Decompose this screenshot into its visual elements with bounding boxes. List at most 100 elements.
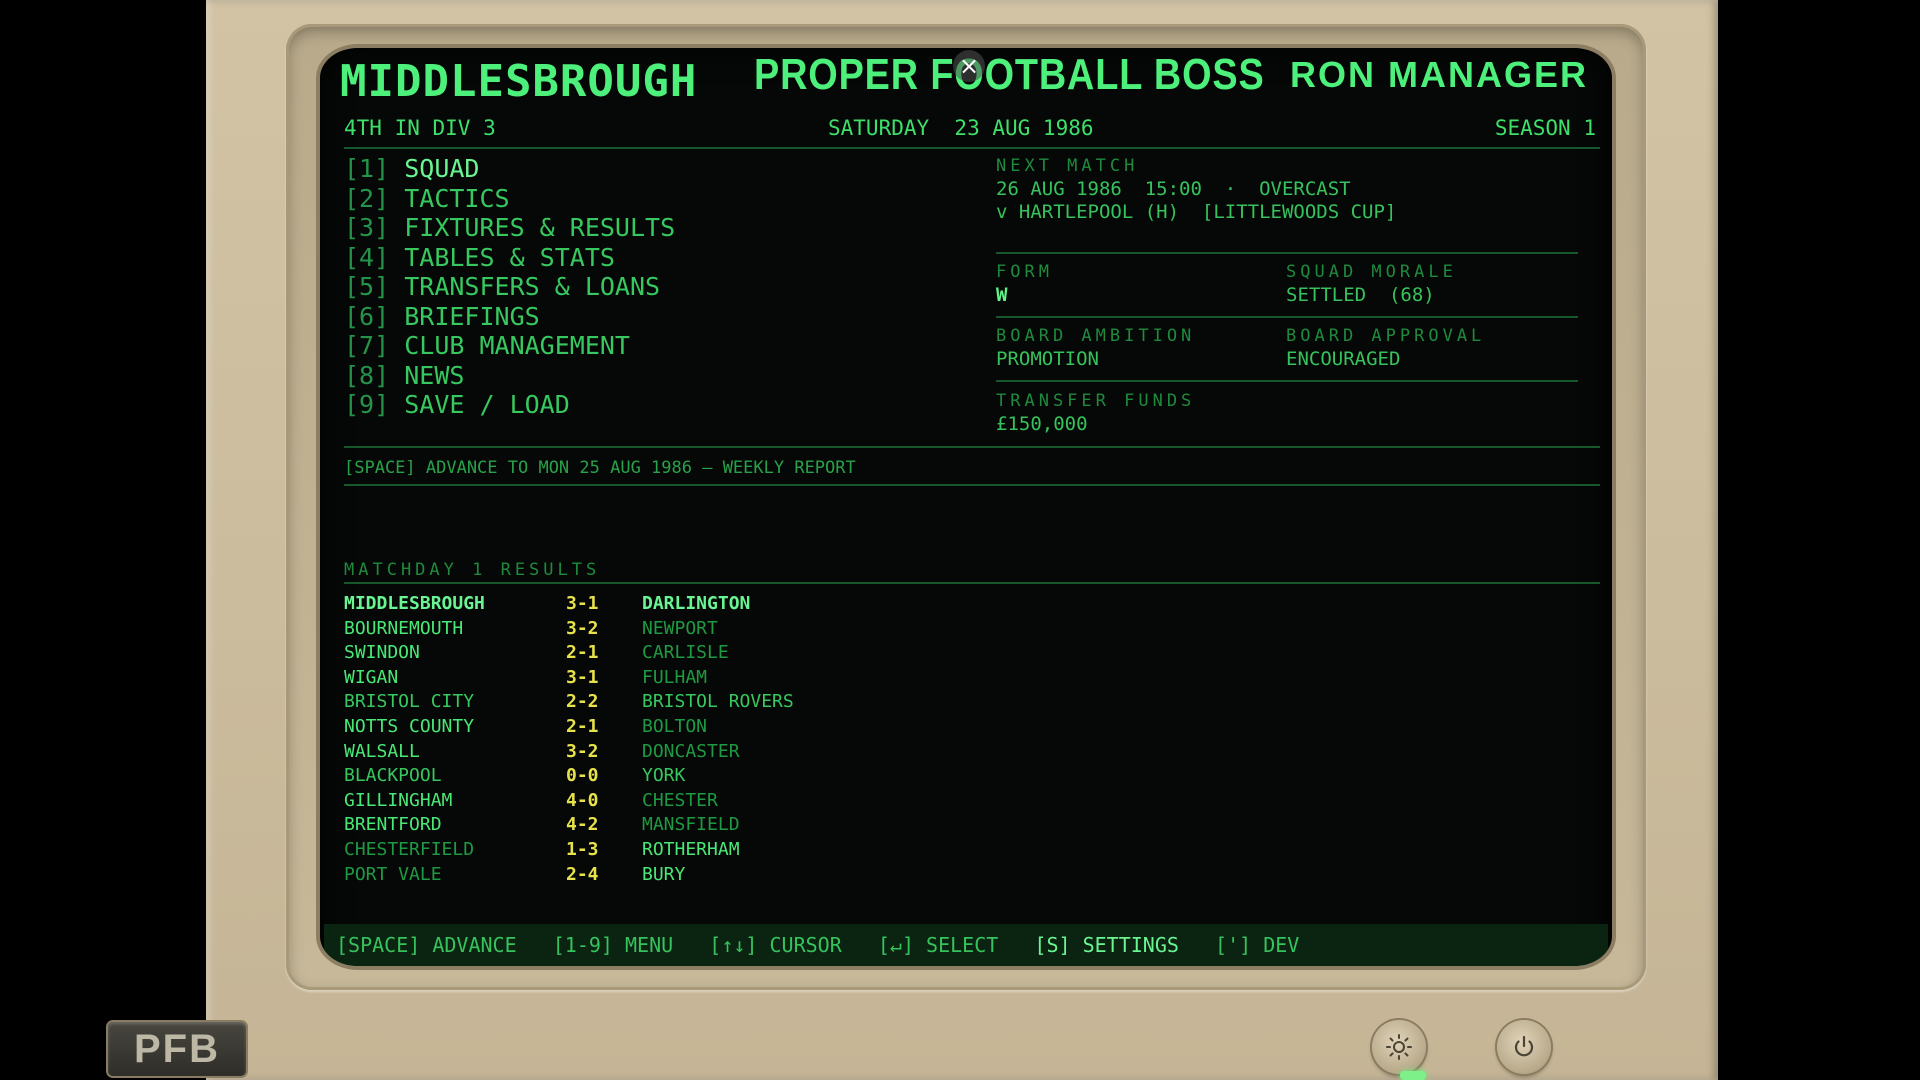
score: 1-3 [566, 838, 599, 860]
divider [996, 316, 1578, 318]
result-row: BLACKPOOL 0-0 YORK [344, 764, 944, 789]
hint-menu[interactable]: [1-9] MENU [553, 933, 673, 957]
menu-key: [8] [344, 360, 390, 390]
away-team: DONCASTER [642, 740, 740, 762]
season-label: SEASON 1 [1494, 116, 1596, 140]
menu-item-tactics[interactable]: [2] TACTICS [344, 184, 675, 214]
info-bar: 4TH IN DIV 3 SATURDAY 23 AUG 1986 SEASON… [344, 116, 1596, 144]
power-icon [1514, 1035, 1534, 1057]
result-row: GILLINGHAM 4-0 CHESTER [344, 789, 944, 814]
menu-key: [6] [344, 301, 390, 331]
score: 2-1 [566, 715, 599, 737]
result-row: BRISTOL CITY 2-2 BRISTOL ROVERS [344, 690, 944, 715]
menu-label: FIXTURES & RESULTS [404, 213, 676, 242]
ambition-block: BOARD AMBITION PROMOTION [996, 326, 1195, 371]
game-title: PROPER FOOTBALL BOSS [754, 50, 1265, 99]
next-match-label: NEXT MATCH [996, 156, 1139, 176]
result-row: WALSALL 3-2 DONCASTER [344, 740, 944, 765]
menu-label: SQUAD [404, 154, 480, 183]
brightness-button[interactable] [1372, 1020, 1426, 1074]
result-row: WIGAN 3-1 FULHAM [344, 666, 944, 691]
approval-block: BOARD APPROVAL ENCOURAGED [1286, 326, 1485, 371]
result-row: PORT VALE 2-4 BURY [344, 863, 944, 888]
home-team: GILLINGHAM [344, 789, 453, 811]
menu-item-club-management[interactable]: [7] CLUB MANAGEMENT [344, 331, 675, 361]
divider [996, 252, 1578, 254]
key-hints-bar: [SPACE] ADVANCE [1-9] MENU [↑↓] CURSOR [… [324, 924, 1608, 966]
divider [344, 147, 1600, 149]
home-team: SWINDON [344, 642, 420, 664]
away-team: FULHAM [642, 666, 708, 688]
menu-item-news[interactable]: [8] NEWS [344, 361, 675, 391]
hint-select[interactable]: [↵] SELECT [878, 933, 998, 957]
score: 3-2 [566, 740, 599, 762]
menu-label: SAVE / LOAD [404, 390, 570, 419]
power-led [1400, 1071, 1426, 1080]
home-team: BRISTOL CITY [344, 691, 475, 713]
home-team: WALSALL [344, 740, 420, 762]
away-team: ROTHERHAM [642, 838, 740, 860]
power-button[interactable] [1497, 1020, 1551, 1074]
approval-label: BOARD APPROVAL [1286, 326, 1486, 346]
divider [344, 582, 1600, 584]
divider [344, 484, 1600, 486]
results-heading: MATCHDAY 1 RESULTS [344, 560, 601, 580]
divider [996, 380, 1578, 382]
menu-key: [7] [344, 331, 390, 360]
next-match-opponent: v HARTLEPOOL (H) [LITTLEWOODS CUP] [996, 201, 1397, 223]
next-match-block: NEXT MATCH 26 AUG 1986 15:00 · OVERCAST … [996, 156, 1396, 224]
next-match-when: 26 AUG 1986 15:00 · OVERCAST [996, 178, 1351, 200]
away-team: MANSFIELD [642, 814, 740, 836]
crt-screen: MIDDLESBROUGH PROPER FOOTBALL BOSS RON M… [320, 48, 1612, 966]
approval-value: ENCOURAGED [1286, 348, 1401, 370]
form-value: W [996, 284, 1008, 306]
away-team: CHESTER [642, 789, 718, 811]
away-team: YORK [642, 765, 686, 787]
hint-advance[interactable]: [SPACE] ADVANCE [336, 933, 517, 957]
pfb-badge: PFB [108, 1022, 246, 1076]
league-position: 4TH IN DIV 3 [344, 116, 496, 140]
menu-item-squad[interactable]: [1] SQUAD [344, 154, 675, 184]
away-team: BURY [642, 863, 686, 885]
away-team: BRISTOL ROVERS [642, 691, 794, 713]
away-team: CARLISLE [642, 642, 729, 664]
away-team: DARLINGTON [642, 593, 751, 614]
score: 3-1 [566, 593, 599, 614]
result-row: SWINDON 2-1 CARLISLE [344, 641, 944, 666]
title-bar: MIDDLESBROUGH PROPER FOOTBALL BOSS RON M… [340, 50, 1588, 107]
menu-item-save-load[interactable]: [9] SAVE / LOAD [344, 390, 675, 420]
menu-item-briefings[interactable]: [6] BRIEFINGS [344, 302, 675, 332]
menu-key: [2] [344, 183, 390, 213]
menu-item-tables[interactable]: [4] TABLES & STATS [344, 243, 675, 273]
key-hints: [SPACE] ADVANCE [1-9] MENU [↑↓] CURSOR [… [336, 933, 1299, 957]
menu-item-fixtures[interactable]: [3] FIXTURES & RESULTS [344, 213, 675, 243]
menu-key: [9] [344, 390, 390, 419]
form-block: FORM W [996, 262, 1053, 307]
menu-key: [4] [344, 242, 390, 272]
home-team: CHESTERFIELD [344, 838, 475, 860]
menu-item-transfers[interactable]: [5] TRANSFERS & LOANS [344, 272, 675, 302]
club-name: MIDDLESBROUGH [340, 56, 698, 107]
close-icon[interactable]: × [953, 50, 985, 82]
score: 3-2 [566, 617, 599, 639]
hint-dev[interactable]: ['] DEV [1215, 933, 1299, 957]
funds-value: £150,000 [996, 413, 1088, 435]
crt-monitor: MIDDLESBROUGH PROPER FOOTBALL BOSS RON M… [206, 0, 1718, 1080]
score: 3-1 [566, 666, 599, 688]
menu-label: CLUB MANAGEMENT [404, 331, 630, 360]
ambition-value: PROMOTION [996, 348, 1099, 370]
hint-settings[interactable]: [S] SETTINGS [1034, 933, 1179, 957]
current-date: SATURDAY 23 AUG 1986 [828, 116, 1094, 140]
result-row: NOTTS COUNTY 2-1 BOLTON [344, 715, 944, 740]
result-row: CHESTERFIELD 1-3 ROTHERHAM [344, 838, 944, 863]
hint-cursor[interactable]: [↑↓] CURSOR [709, 933, 841, 957]
away-team: BOLTON [642, 715, 708, 737]
sun-icon [1386, 1034, 1412, 1060]
menu-label: BRIEFINGS [404, 301, 540, 331]
form-label: FORM [996, 262, 1053, 282]
menu-label: TRANSFERS & LOANS [404, 272, 661, 301]
morale-block: SQUAD MORALE SETTLED (68) [1286, 262, 1457, 307]
advance-hint[interactable]: [SPACE] ADVANCE TO MON 25 AUG 1986 — WEE… [344, 458, 856, 478]
menu-key: [3] [344, 213, 390, 242]
home-team: MIDDLESBROUGH [344, 593, 485, 614]
